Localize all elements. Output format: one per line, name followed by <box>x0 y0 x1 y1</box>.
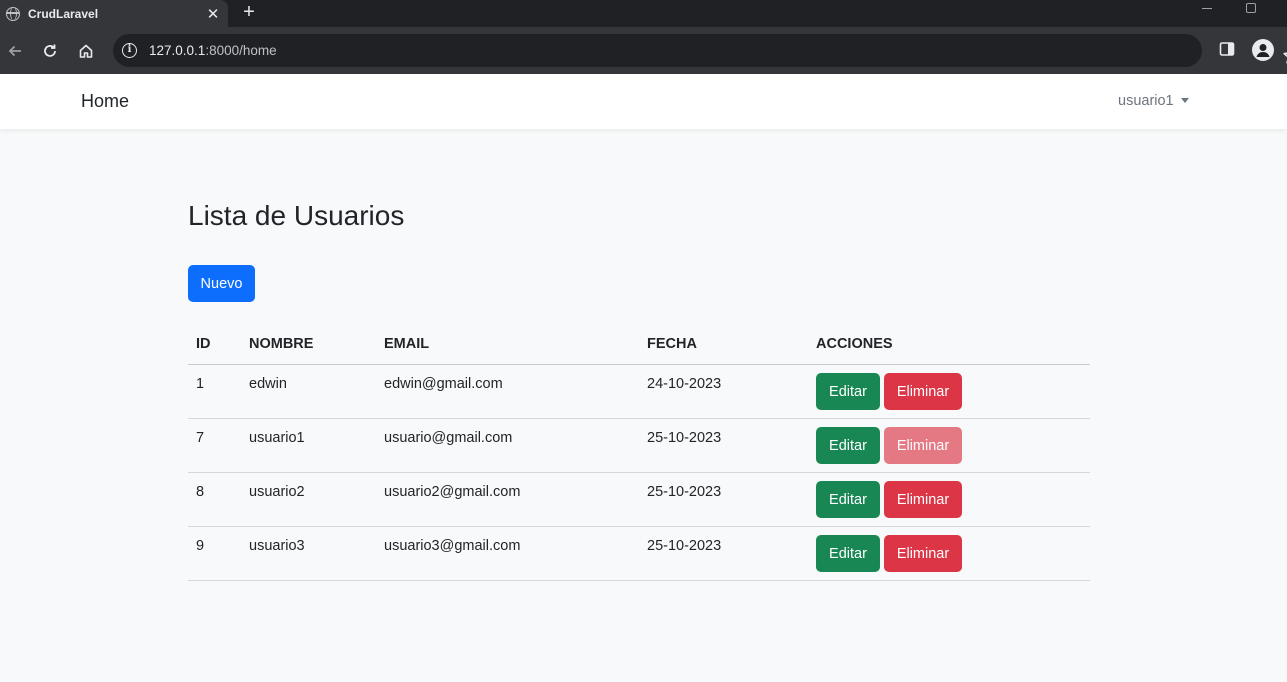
new-user-button[interactable]: Nuevo <box>188 265 255 302</box>
cell-email: edwin@gmail.com <box>384 376 503 392</box>
back-icon <box>8 45 21 57</box>
tab-close-icon[interactable]: ✕ <box>202 5 224 23</box>
restore-window-icon[interactable] <box>1246 3 1256 13</box>
reload-icon <box>44 44 56 57</box>
cell-email: usuario3@gmail.com <box>384 538 521 554</box>
home-button[interactable] <box>72 37 100 65</box>
cell-date: 25-10-2023 <box>647 538 722 554</box>
site-info-icon[interactable]: i <box>122 43 137 58</box>
edit-button[interactable]: Editar <box>816 427 880 464</box>
cell-id: 7 <box>196 430 205 446</box>
cell-name: usuario2 <box>249 484 305 500</box>
minimize-icon[interactable] <box>1200 0 1216 27</box>
cell-date: 24-10-2023 <box>647 376 722 392</box>
delete-button[interactable]: Eliminar <box>884 535 962 572</box>
cell-email: usuario@gmail.com <box>384 430 513 446</box>
delete-button[interactable]: Eliminar <box>884 373 962 410</box>
new-tab-button[interactable]: + <box>238 0 260 27</box>
cell-id: 8 <box>196 484 205 500</box>
reload-button[interactable] <box>36 37 64 65</box>
tab-title: CrudLaravel <box>28 6 99 21</box>
cell-id: 9 <box>196 538 205 554</box>
edit-button[interactable]: Editar <box>816 373 880 410</box>
side-panel-icon[interactable] <box>1219 41 1235 57</box>
cell-name: usuario3 <box>249 538 305 554</box>
table-row: 7 usuario1 usuario@gmail.com 25-10-2023 … <box>188 419 1090 473</box>
edit-button[interactable]: Editar <box>816 535 880 572</box>
browser-tab[interactable]: CrudLaravel ✕ <box>0 0 228 27</box>
header-email: EMAIL <box>384 336 430 352</box>
table-row: 8 usuario2 usuario2@gmail.com 25-10-2023… <box>188 473 1090 527</box>
header-name: NOMBRE <box>249 336 314 352</box>
user-dropdown[interactable]: usuario1 <box>1118 93 1189 109</box>
profile-icon[interactable] <box>1252 39 1274 61</box>
table-header: ID NOMBRE EMAIL FECHA ACCIONES <box>188 326 1090 365</box>
edit-button[interactable]: Editar <box>816 481 880 518</box>
delete-button-disabled: Eliminar <box>884 427 962 464</box>
address-bar[interactable]: i 127.0.0.1:8000/home <box>113 34 1287 67</box>
header-actions: ACCIONES <box>816 336 893 352</box>
cell-name: edwin <box>249 376 287 392</box>
navbar-brand-home[interactable]: Home <box>81 91 129 112</box>
app-navbar: Home usuario1 <box>0 74 1287 129</box>
bookmark-star-icon[interactable] <box>1281 45 1287 67</box>
cell-date: 25-10-2023 <box>647 430 722 446</box>
browser-toolbar: i 127.0.0.1:8000/home <box>0 27 1287 74</box>
back-button[interactable] <box>1 37 29 65</box>
users-table: ID NOMBRE EMAIL FECHA ACCIONES 1 edwin e… <box>188 326 1090 581</box>
header-id: ID <box>196 336 211 352</box>
header-date: FECHA <box>647 336 697 352</box>
home-icon <box>79 44 93 58</box>
globe-icon <box>6 6 20 21</box>
url-text: 127.0.0.1:8000/home <box>149 43 277 58</box>
browser-tab-strip: CrudLaravel ✕ + <box>0 0 1287 27</box>
table-row: 1 edwin edwin@gmail.com 24-10-2023 Edita… <box>188 365 1090 419</box>
page-title: Lista de Usuarios <box>188 200 405 231</box>
user-name: usuario1 <box>1118 93 1174 109</box>
table-row: 9 usuario3 usuario3@gmail.com 25-10-2023… <box>188 527 1090 581</box>
cell-name: usuario1 <box>249 430 305 446</box>
caret-down-icon <box>1180 97 1189 103</box>
cell-id: 1 <box>196 376 205 392</box>
delete-button[interactable]: Eliminar <box>884 481 962 518</box>
cell-date: 25-10-2023 <box>647 484 722 500</box>
cell-email: usuario2@gmail.com <box>384 484 521 500</box>
